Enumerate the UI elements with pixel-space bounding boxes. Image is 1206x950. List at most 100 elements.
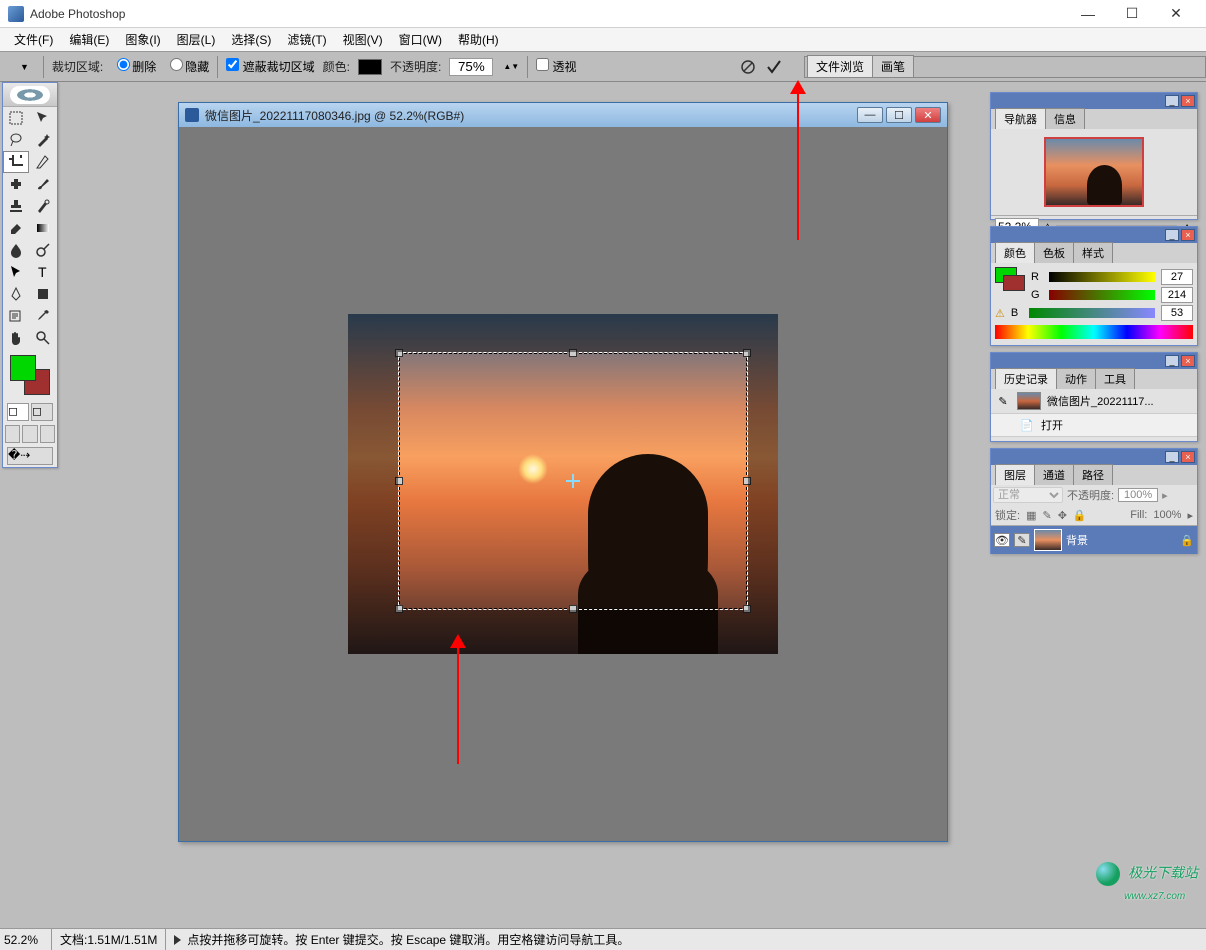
menu-layer[interactable]: 图层(L) [169,29,224,50]
tab-actions[interactable]: 动作 [1056,368,1096,389]
canvas-area[interactable] [179,127,947,841]
pen-tool[interactable] [3,283,29,305]
shield-checkbox[interactable]: 遮蔽裁切区域 [226,58,314,75]
panel-close[interactable]: × [1181,451,1195,463]
dodge-tool[interactable] [30,239,56,261]
layer-background[interactable]: 👁 ✎ 背景 🔒 [991,526,1197,554]
tab-paths[interactable]: 路径 [1073,464,1113,485]
slice-tool[interactable] [30,151,56,173]
lock-all-icon[interactable]: 🔒 [1073,509,1087,522]
shield-color-swatch[interactable] [358,59,382,75]
panel-close[interactable]: × [1181,355,1195,367]
tab-swatches[interactable]: 色板 [1034,242,1074,263]
color-spectrum[interactable] [995,325,1193,339]
visibility-icon[interactable]: 👁 [994,533,1010,547]
shape-tool[interactable] [30,283,56,305]
panel-close[interactable]: × [1181,95,1195,107]
brush-tool[interactable] [30,173,56,195]
lock-move-icon[interactable]: ✥ [1058,509,1067,522]
tab-navigator[interactable]: 导航器 [995,108,1046,129]
screen-mode-2[interactable] [22,425,37,443]
cancel-crop-icon[interactable] [740,59,756,75]
doc-close-button[interactable]: ✕ [915,107,941,123]
tab-color[interactable]: 颜色 [995,242,1035,263]
doc-minimize-button[interactable]: — [857,107,883,123]
menu-edit[interactable]: 编辑(E) [61,29,117,50]
menu-file[interactable]: 文件(F) [6,29,61,50]
path-select-tool[interactable] [3,261,29,283]
history-brush-tool[interactable] [30,195,56,217]
tab-styles[interactable]: 样式 [1073,242,1113,263]
tab-brushes[interactable]: 画笔 [872,55,914,77]
type-tool[interactable]: T [30,261,56,283]
minimize-button[interactable]: — [1066,3,1110,25]
document-titlebar[interactable]: 微信图片_20221117080346.jpg @ 52.2%(RGB#) — … [179,103,947,127]
crop-tool[interactable] [3,151,29,173]
panel-minimize[interactable]: _ [1165,451,1179,463]
menu-filter[interactable]: 滤镜(T) [279,29,334,50]
panel-minimize[interactable]: _ [1165,355,1179,367]
foreground-color-swatch[interactable] [10,355,36,381]
shield-opacity-input[interactable] [449,58,493,76]
zoom-tool[interactable] [30,327,56,349]
tab-channels[interactable]: 通道 [1034,464,1074,485]
healing-tool[interactable] [3,173,29,195]
stamp-tool[interactable] [3,195,29,217]
screen-mode-1[interactable] [5,425,20,443]
navigator-thumbnail[interactable] [1044,137,1144,207]
lock-paint-icon[interactable]: ✎ [1042,509,1051,522]
play-icon[interactable] [174,935,181,945]
menu-image[interactable]: 图象(I) [117,29,168,50]
color-fg-bg-swatches[interactable] [995,267,1025,291]
image-canvas[interactable] [348,314,778,654]
panel-minimize[interactable]: _ [1165,229,1179,241]
menu-select[interactable]: 选择(S) [223,29,279,50]
crop-handle-n[interactable] [569,349,577,357]
close-button[interactable]: ✕ [1154,3,1198,25]
status-zoom[interactable]: 52.2% [0,929,52,950]
g-value[interactable]: 214 [1161,287,1193,303]
history-step-open[interactable]: 📄 打开 [991,414,1197,437]
lasso-tool[interactable] [3,129,29,151]
blur-tool[interactable] [3,239,29,261]
move-tool[interactable] [30,107,56,129]
crop-handle-sw[interactable] [395,605,403,613]
crop-handle-w[interactable] [395,477,403,485]
crop-tool-preset[interactable]: ▼ [10,60,35,74]
notes-tool[interactable] [3,305,29,327]
tab-file-browser[interactable]: 文件浏览 [807,55,873,77]
tab-layers[interactable]: 图层 [995,464,1035,485]
tab-history[interactable]: 历史记录 [995,368,1057,389]
commit-crop-icon[interactable] [766,59,782,75]
marquee-tool[interactable] [3,107,29,129]
r-slider[interactable] [1049,272,1155,282]
status-docsize[interactable]: 文档:1.51M/1.51M [52,929,166,950]
doc-maximize-button[interactable]: ☐ [886,107,912,123]
history-snapshot[interactable]: ✎ 微信图片_20221117... [991,389,1197,414]
gradient-tool[interactable] [30,217,56,239]
fill-value[interactable]: 100% [1153,509,1181,521]
link-icon[interactable]: ✎ [1014,533,1030,547]
standard-mode-button[interactable]: ◻ [7,403,29,421]
lock-transparency-icon[interactable]: ▦ [1026,509,1036,522]
menu-view[interactable]: 视图(V) [335,29,391,50]
screen-mode-3[interactable] [40,425,55,443]
perspective-checkbox[interactable]: 透视 [536,58,576,75]
wand-tool[interactable] [30,129,56,151]
crop-handle-e[interactable] [743,477,751,485]
b-value[interactable]: 53 [1161,305,1193,321]
maximize-button[interactable]: ☐ [1110,3,1154,25]
blend-mode-select[interactable]: 正常 [993,487,1063,503]
panel-close[interactable]: × [1181,229,1195,241]
g-slider[interactable] [1049,290,1155,300]
menu-window[interactable]: 窗口(W) [391,29,450,50]
r-value[interactable]: 27 [1161,269,1193,285]
eraser-tool[interactable] [3,217,29,239]
menu-help[interactable]: 帮助(H) [450,29,507,50]
crop-handle-s[interactable] [569,605,577,613]
hand-tool[interactable] [3,327,29,349]
radio-hide[interactable]: 隐藏 [164,58,209,75]
b-slider[interactable] [1029,308,1155,318]
crop-handle-se[interactable] [743,605,751,613]
tab-tools[interactable]: 工具 [1095,368,1135,389]
